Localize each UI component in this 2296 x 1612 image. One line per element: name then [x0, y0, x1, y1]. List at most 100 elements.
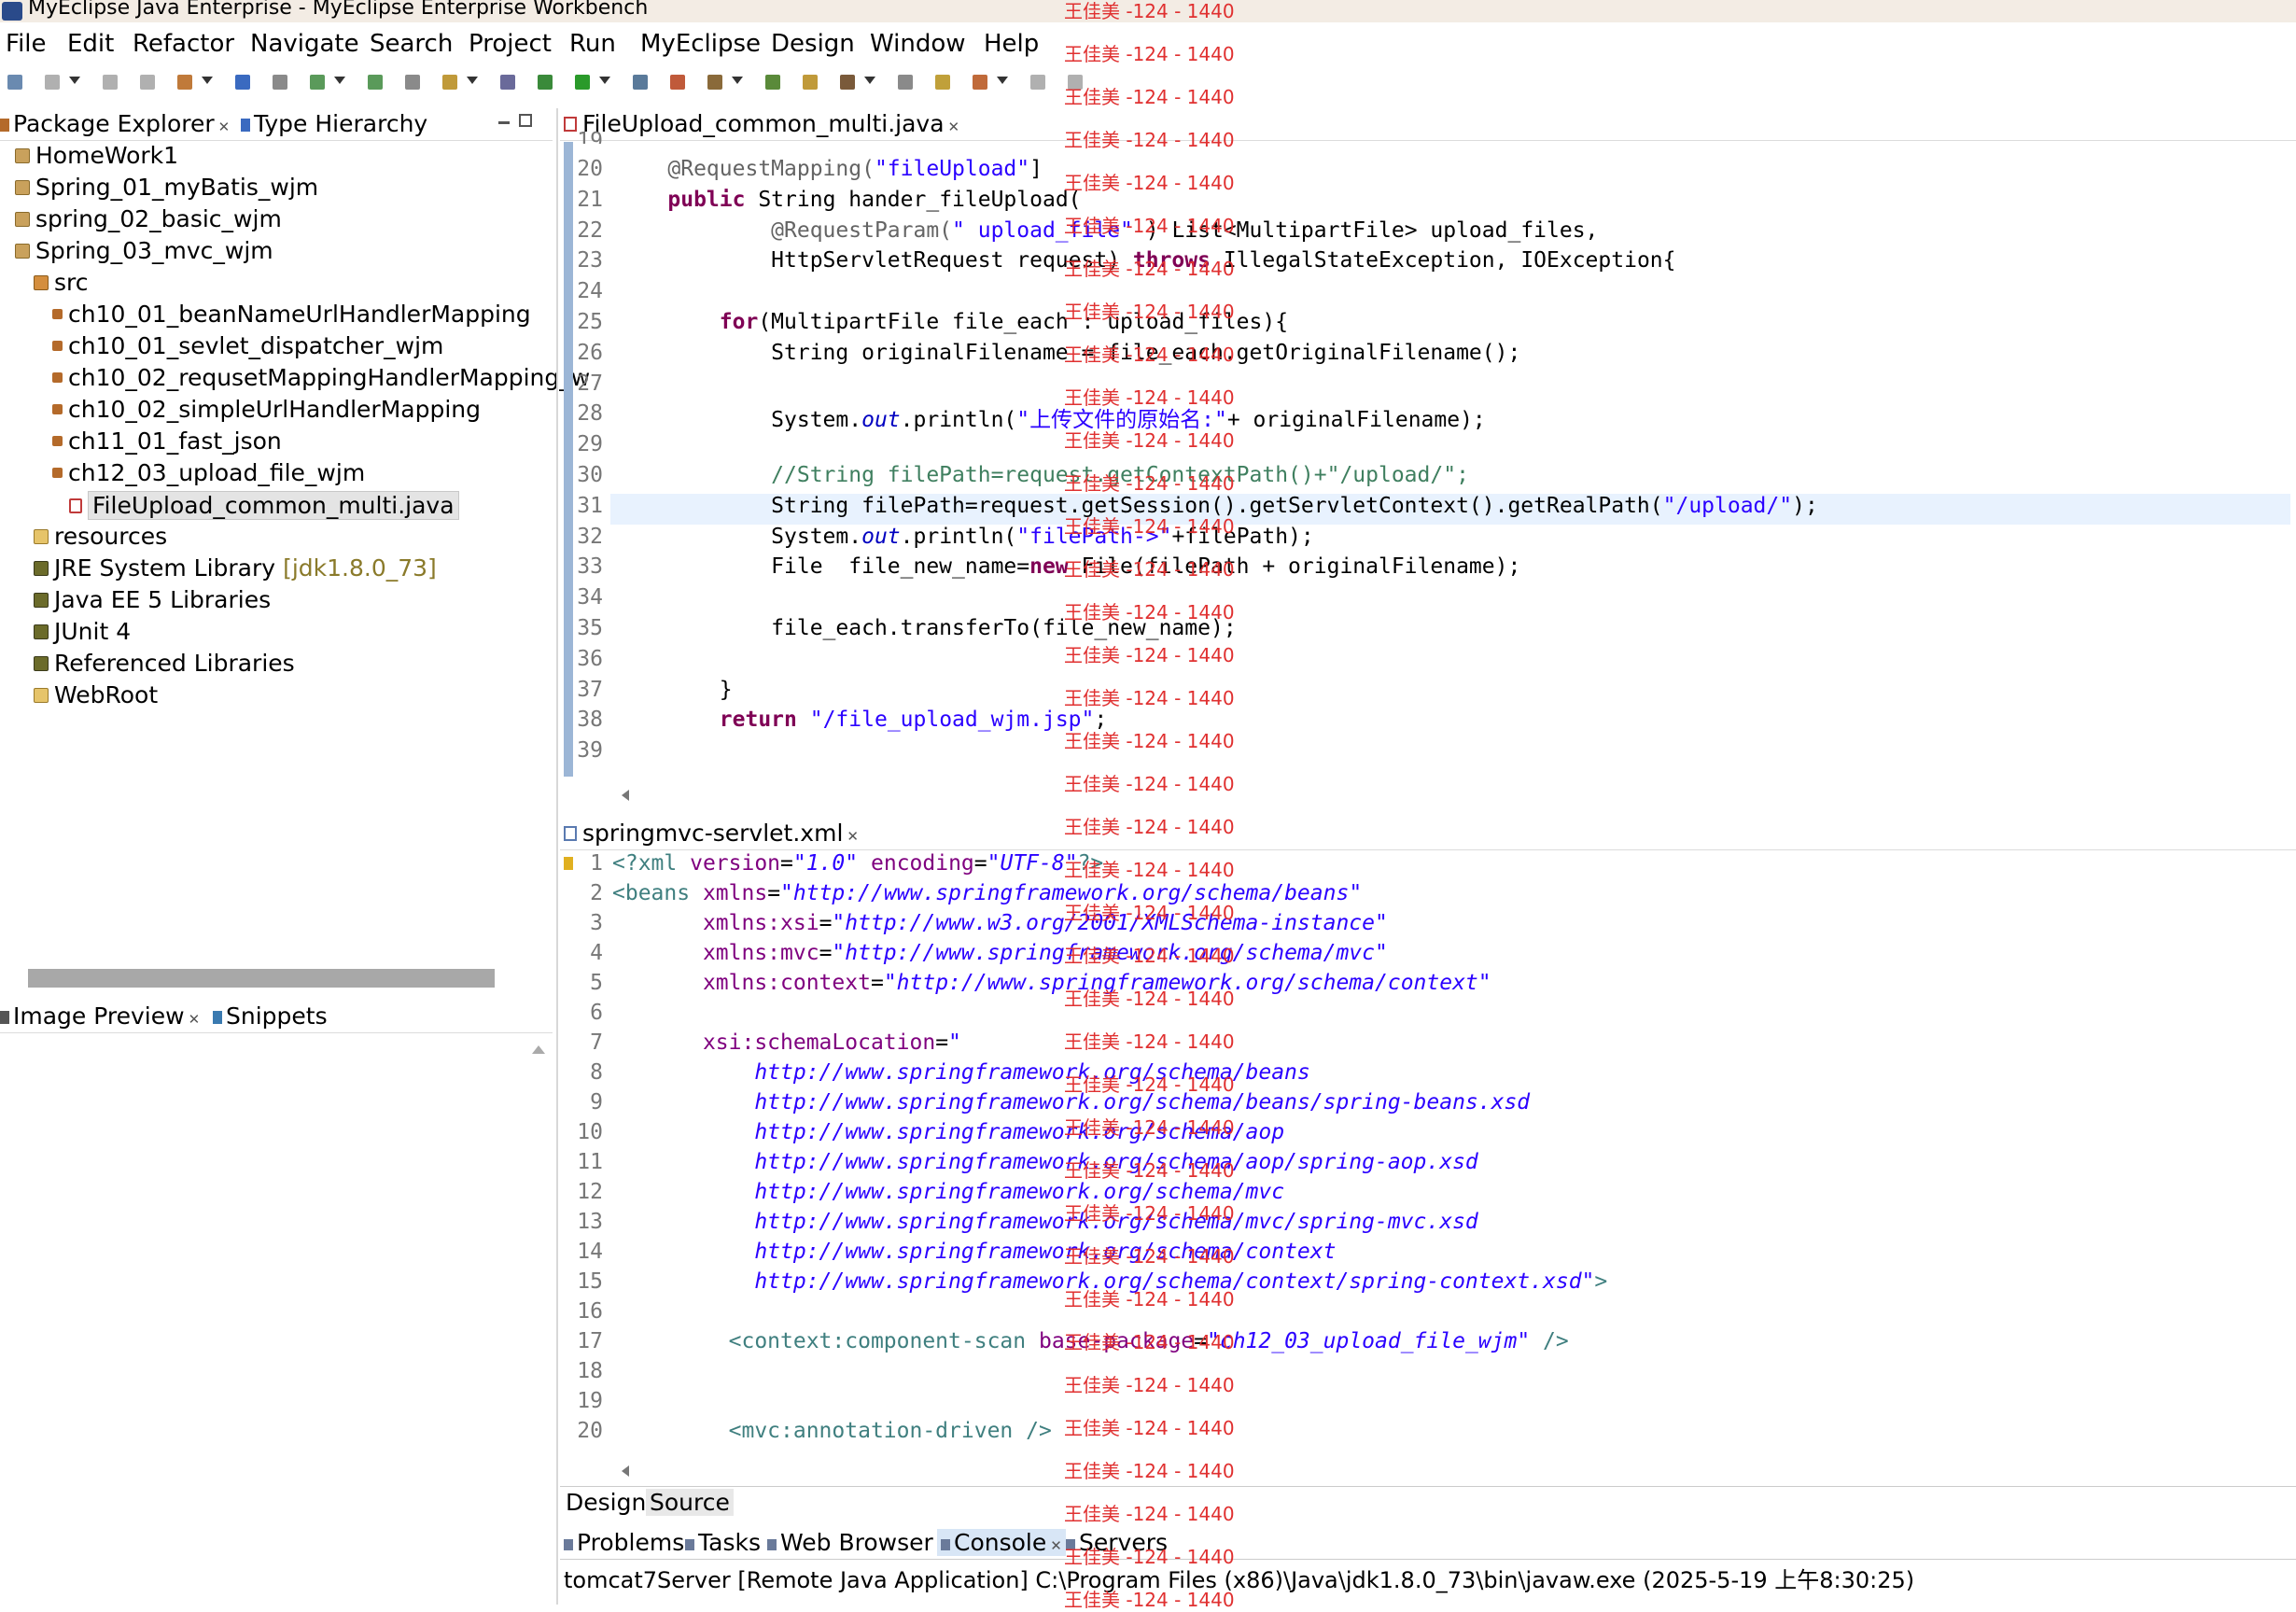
menu-file[interactable]: File [6, 30, 47, 58]
code-token: "fileUpload" [874, 157, 1030, 181]
toolbar-icon[interactable] [140, 75, 155, 90]
line-number: 29 [577, 432, 603, 457]
tab-label: Console [954, 1529, 1047, 1556]
dropdown-arrow-icon[interactable] [599, 77, 610, 84]
dropdown-arrow-icon[interactable] [467, 77, 478, 84]
tree-item[interactable]: Spring_03_mvc_wjm [15, 237, 273, 264]
toolbar-icon[interactable] [45, 75, 60, 90]
scroll-up-icon[interactable] [532, 1045, 545, 1054]
toolbar-icon[interactable] [310, 75, 325, 90]
tree-item[interactable]: ch11_01_fast_json [52, 428, 282, 455]
dropdown-arrow-icon[interactable] [864, 77, 875, 84]
menu-run[interactable]: Run [569, 30, 616, 58]
toolbar-icon[interactable] [7, 75, 22, 90]
tree-item[interactable]: Referenced Libraries [34, 650, 295, 677]
close-icon[interactable]: ✕ [1050, 1537, 1062, 1554]
close-icon[interactable]: ✕ [189, 1011, 201, 1028]
tree-item[interactable]: ch10_02_requsetMappingHandlerMapping_w [52, 364, 590, 391]
close-icon[interactable]: ✕ [847, 828, 859, 845]
tab-type-hierarchy[interactable]: Type Hierarchy [241, 110, 427, 137]
watermark-text: 王佳美 -124 - 1440 [1064, 429, 1235, 452]
toolbar-icon[interactable] [368, 75, 383, 90]
tab-problems[interactable]: Problems [564, 1529, 684, 1556]
menu-myeclipse[interactable]: MyEclipse [640, 30, 761, 58]
toolbar-icon[interactable] [442, 75, 457, 90]
toolbar-icon[interactable] [273, 75, 287, 90]
toolbar-icon[interactable] [235, 75, 250, 90]
scroll-left-icon[interactable] [622, 790, 629, 801]
tree-item[interactable]: WebRoot [34, 681, 158, 708]
tab-source[interactable]: Source [646, 1489, 734, 1516]
menu-help[interactable]: Help [984, 30, 1039, 58]
menu-refactor[interactable]: Refactor [133, 30, 234, 58]
tab-tasks[interactable]: Tasks [685, 1529, 761, 1556]
maximize-icon[interactable] [519, 114, 532, 127]
menu-search[interactable]: Search [370, 30, 453, 58]
menu-navigate[interactable]: Navigate [250, 30, 359, 58]
watermark-text: 王佳美 -124 - 1440 [1064, 472, 1235, 495]
tab-java-file[interactable]: FileUpload_common_multi.java ✕ [564, 110, 959, 137]
tree-item[interactable]: HomeWork1 [15, 142, 178, 169]
toolbar-icon[interactable] [935, 75, 950, 90]
toolbar-icon[interactable] [177, 75, 192, 90]
code-token: /> [1530, 1329, 1569, 1353]
dropdown-arrow-icon[interactable] [334, 77, 345, 84]
menu-edit[interactable]: Edit [67, 30, 114, 58]
tree-item[interactable]: ch10_01_sevlet_dispatcher_wjm [52, 332, 443, 359]
tree-item[interactable]: resources [34, 523, 167, 550]
toolbar-icon[interactable] [670, 75, 685, 90]
dropdown-arrow-icon[interactable] [202, 77, 213, 84]
toolbar-icon[interactable] [500, 75, 515, 90]
tree-item[interactable]: Java EE 5 Libraries [34, 586, 271, 613]
toolbar-icon[interactable] [103, 75, 118, 90]
tree-item[interactable]: FileUpload_common_multi.java [69, 491, 459, 520]
menu-project[interactable]: Project [469, 30, 552, 58]
toolbar-icon[interactable] [575, 75, 590, 90]
tree-item[interactable]: JRE System Library [jdk1.8.0_73] [34, 554, 437, 582]
image-preview-tabbar: Image Preview ✕ Snippets [0, 1001, 553, 1033]
toolbar-icon[interactable] [633, 75, 648, 90]
tree-item[interactable]: ch10_02_simpleUrlHandlerMapping [52, 396, 481, 423]
toolbar-icon[interactable] [898, 75, 913, 90]
tree-item[interactable]: Spring_01_myBatis_wjm [15, 174, 318, 201]
tree-item[interactable]: JUnit 4 [34, 618, 131, 645]
menu-window[interactable]: Window [870, 30, 966, 58]
tree-item[interactable]: spring_02_basic_wjm [15, 205, 282, 232]
toolbar-icon[interactable] [1030, 75, 1045, 90]
minimize-icon[interactable] [498, 121, 510, 124]
tree-item-label: src [54, 269, 89, 296]
tab-design[interactable]: Design [566, 1489, 646, 1516]
tree-item-label: WebRoot [54, 681, 159, 708]
close-icon[interactable]: ✕ [948, 119, 960, 135]
dropdown-arrow-icon[interactable] [997, 77, 1008, 84]
toolbar-icon[interactable] [803, 75, 818, 90]
line-number: 31 [577, 493, 603, 518]
tree-item[interactable]: ch12_03_upload_file_wjm [52, 459, 365, 486]
toolbar-icon[interactable] [538, 75, 553, 90]
code-token: for [719, 310, 759, 334]
toolbar-icon[interactable] [765, 75, 780, 90]
horizontal-scrollbar[interactable] [28, 969, 495, 988]
code-token: http://www.springframework.org/schema/mv… [612, 1210, 1478, 1234]
toolbar-icon[interactable] [707, 75, 722, 90]
console-icon [941, 1539, 950, 1550]
tab-xml-file[interactable]: springmvc-servlet.xml ✕ [564, 820, 859, 847]
dropdown-arrow-icon[interactable] [69, 77, 80, 84]
project-icon [15, 211, 30, 227]
toolbar-icon[interactable] [405, 75, 420, 90]
watermark-text: 王佳美 -124 - 1440 [1064, 1417, 1235, 1439]
tab-snippets[interactable]: Snippets [213, 1002, 328, 1030]
tab-package-explorer[interactable]: Package Explorer ✕ [0, 110, 230, 137]
tree-item[interactable]: src [34, 269, 89, 296]
tab-console[interactable]: Console ✕ [937, 1529, 1066, 1556]
toolbar-icon[interactable] [973, 75, 987, 90]
tab-web-browser[interactable]: Web Browser [767, 1529, 933, 1556]
close-icon[interactable]: ✕ [218, 119, 231, 135]
scroll-left-icon[interactable] [622, 1465, 629, 1477]
tree-item[interactable]: ch10_01_beanNameUrlHandlerMapping [52, 301, 531, 328]
dropdown-arrow-icon[interactable] [732, 77, 743, 84]
menu-design[interactable]: Design [771, 30, 855, 58]
tab-image-preview[interactable]: Image Preview ✕ [0, 1002, 200, 1030]
toolbar-icon[interactable] [840, 75, 855, 90]
